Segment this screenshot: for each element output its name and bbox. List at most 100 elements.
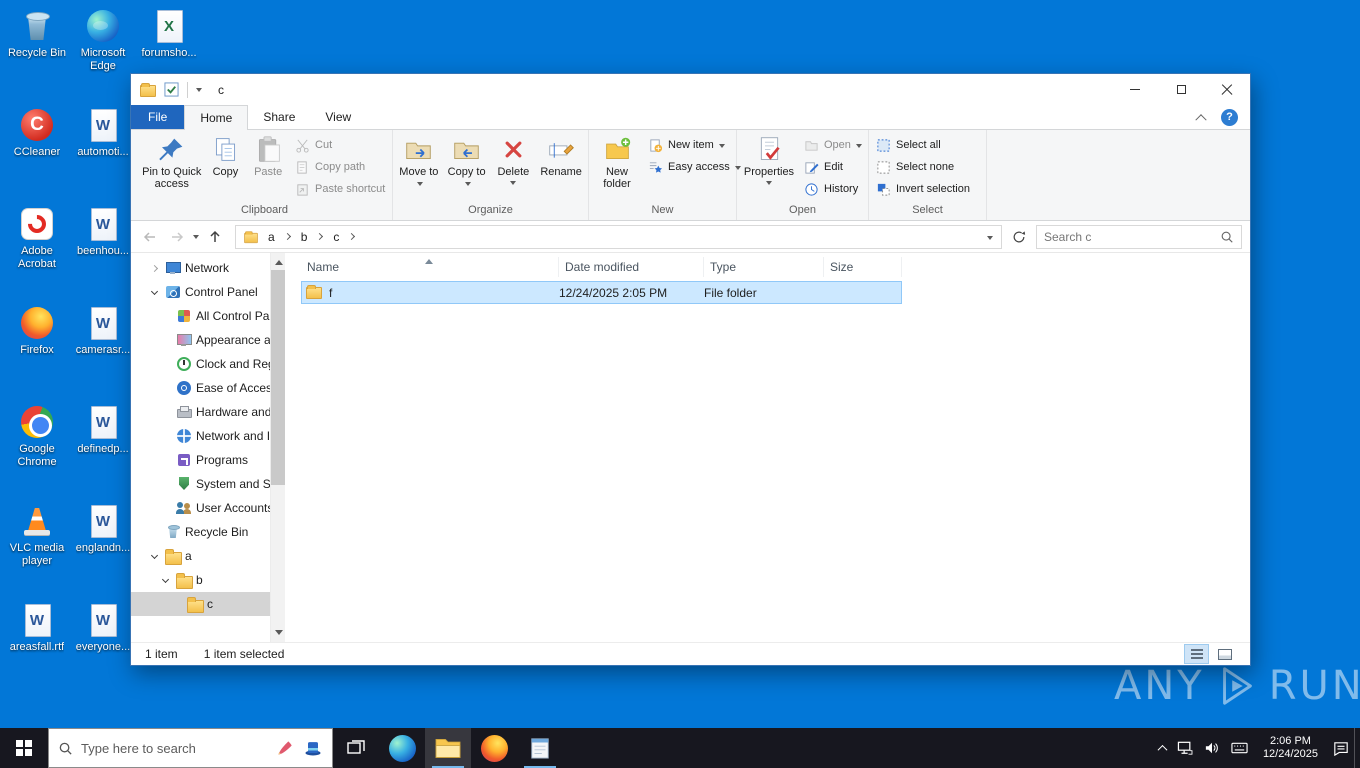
task-view-button[interactable]: [333, 728, 379, 768]
tree-item[interactable]: All Control Par: [131, 304, 270, 328]
minimize-button[interactable]: [1112, 74, 1158, 105]
tree-chevron-icon[interactable]: [150, 287, 161, 298]
qat-properties-button[interactable]: [164, 82, 179, 97]
file-row[interactable]: f 12/24/2025 2:05 PM File folder: [301, 281, 902, 304]
explorer-search-input[interactable]: [1044, 229, 1220, 244]
tree-chevron-icon[interactable]: [161, 503, 172, 514]
history-button[interactable]: History: [799, 178, 863, 200]
explorer-search-box[interactable]: [1036, 224, 1242, 249]
easy-access-button[interactable]: Easy access: [643, 156, 741, 178]
qat-customize-chevron-icon[interactable]: [196, 88, 202, 95]
desktop-icon[interactable]: Firefox: [4, 301, 70, 400]
new-item-button[interactable]: New item: [643, 134, 733, 156]
action-center-button[interactable]: [1333, 741, 1349, 756]
volume-tray-icon[interactable]: [1204, 741, 1220, 755]
touch-keyboard-tray-icon[interactable]: [1231, 742, 1248, 754]
desktop-icon[interactable]: VLC media player: [4, 499, 70, 598]
tree-item[interactable]: Hardware and: [131, 400, 270, 424]
help-icon[interactable]: [1221, 108, 1238, 126]
desktop-icon[interactable]: areasfall.rtf: [4, 598, 70, 697]
back-button[interactable]: [139, 229, 161, 245]
start-button[interactable]: [0, 728, 48, 768]
select-all-button[interactable]: Select all: [871, 134, 983, 156]
recent-locations-chevron-icon[interactable]: [193, 235, 199, 242]
tree-chevron-icon[interactable]: [150, 551, 161, 562]
up-button[interactable]: [204, 229, 226, 245]
taskbar-firefox-button[interactable]: [471, 728, 517, 768]
show-desktop-button[interactable]: [1354, 728, 1360, 768]
desktop-icon[interactable]: beenhou...: [70, 202, 136, 301]
select-none-button[interactable]: Select none: [871, 156, 983, 178]
tab-home[interactable]: Home: [184, 105, 249, 130]
tree-item[interactable]: Network: [131, 256, 270, 280]
tree-chevron-icon[interactable]: [161, 335, 172, 346]
tree-item[interactable]: User Accounts: [131, 496, 270, 520]
details-view-button[interactable]: [1184, 644, 1209, 664]
desktop-icon[interactable]: definedp...: [70, 400, 136, 499]
taskbar-search-input[interactable]: [81, 740, 267, 756]
desktop-icon[interactable]: Microsoft Edge: [70, 4, 136, 103]
breadcrumb-segment[interactable]: b: [294, 230, 327, 244]
column-header[interactable]: Size: [824, 257, 902, 277]
maximize-button[interactable]: [1158, 74, 1204, 105]
tree-item[interactable]: c: [131, 592, 270, 616]
taskbar-edge-button[interactable]: [379, 728, 425, 768]
scrollbar-thumb[interactable]: [271, 270, 285, 485]
desktop-icon[interactable]: Adobe Acrobat: [4, 202, 70, 301]
desktop-icon[interactable]: Google Chrome: [4, 400, 70, 499]
tree-item[interactable]: Programs: [131, 448, 270, 472]
tree-item[interactable]: Control Panel: [131, 280, 270, 304]
tree-chevron-icon[interactable]: [172, 599, 183, 610]
tree-item[interactable]: Ease of Access: [131, 376, 270, 400]
tree-chevron-icon[interactable]: [161, 431, 172, 442]
column-header[interactable]: Date modified: [559, 257, 704, 277]
tree-item[interactable]: Clock and Regi: [131, 352, 270, 376]
invert-selection-button[interactable]: Invert selection: [871, 178, 983, 200]
hidden-icons-button[interactable]: [1157, 744, 1168, 755]
sidebar-scrollbar[interactable]: [270, 253, 285, 642]
paste-button[interactable]: Paste: [246, 131, 290, 203]
tree-item[interactable]: b: [131, 568, 270, 592]
rename-button[interactable]: Rename: [536, 131, 586, 203]
desktop-icon[interactable]: automoti...: [70, 103, 136, 202]
search-highlight-brush-icon[interactable]: [275, 738, 295, 758]
paste-shortcut-button[interactable]: Paste shortcut: [290, 178, 390, 200]
desktop-icon[interactable]: CCleaner: [4, 103, 70, 202]
desktop-icon[interactable]: Recycle Bin: [4, 4, 70, 103]
tree-chevron-icon[interactable]: [161, 575, 172, 586]
cut-button[interactable]: Cut: [290, 134, 390, 156]
pin-to-quick-access-button[interactable]: Pin to Quick access: [139, 131, 205, 203]
tree-item[interactable]: a: [131, 544, 270, 568]
breadcrumb-segment[interactable]: a: [261, 230, 294, 244]
tree-chevron-icon[interactable]: [161, 455, 172, 466]
column-header[interactable]: Type: [704, 257, 824, 277]
scroll-down-icon[interactable]: [271, 627, 286, 642]
address-bar[interactable]: abc: [235, 224, 1002, 249]
desktop-icon[interactable]: englandn...: [70, 499, 136, 598]
close-button[interactable]: [1204, 74, 1250, 105]
taskbar-clock[interactable]: 2:06 PM 12/24/2025: [1259, 735, 1322, 761]
scroll-up-icon[interactable]: [271, 253, 286, 268]
open-button[interactable]: Open: [799, 134, 863, 156]
tree-item[interactable]: Appearance an: [131, 328, 270, 352]
tree-chevron-icon[interactable]: [161, 383, 172, 394]
tree-chevron-icon[interactable]: [150, 527, 161, 538]
forward-button[interactable]: [166, 229, 188, 245]
title-bar[interactable]: c: [131, 74, 1250, 105]
desktop-icon[interactable]: everyone...: [70, 598, 136, 697]
tab-view[interactable]: View: [310, 105, 366, 129]
move-to-button[interactable]: Move to: [395, 131, 443, 203]
search-highlight-hat-icon[interactable]: [303, 738, 323, 758]
taskbar-explorer-button[interactable]: [425, 728, 471, 768]
tree-item[interactable]: Network and In: [131, 424, 270, 448]
new-folder-button[interactable]: New folder: [591, 131, 643, 203]
tree-chevron-icon[interactable]: [161, 359, 172, 370]
copy-to-button[interactable]: Copy to: [443, 131, 491, 203]
tab-share[interactable]: Share: [248, 105, 310, 129]
collapse-ribbon-icon[interactable]: [1195, 114, 1207, 126]
delete-button[interactable]: Delete: [491, 131, 537, 203]
tree-item[interactable]: System and Se: [131, 472, 270, 496]
desktop-icon[interactable]: camerasr...: [70, 301, 136, 400]
thumbnails-view-button[interactable]: [1213, 645, 1236, 663]
breadcrumb-segment[interactable]: c: [326, 230, 358, 244]
